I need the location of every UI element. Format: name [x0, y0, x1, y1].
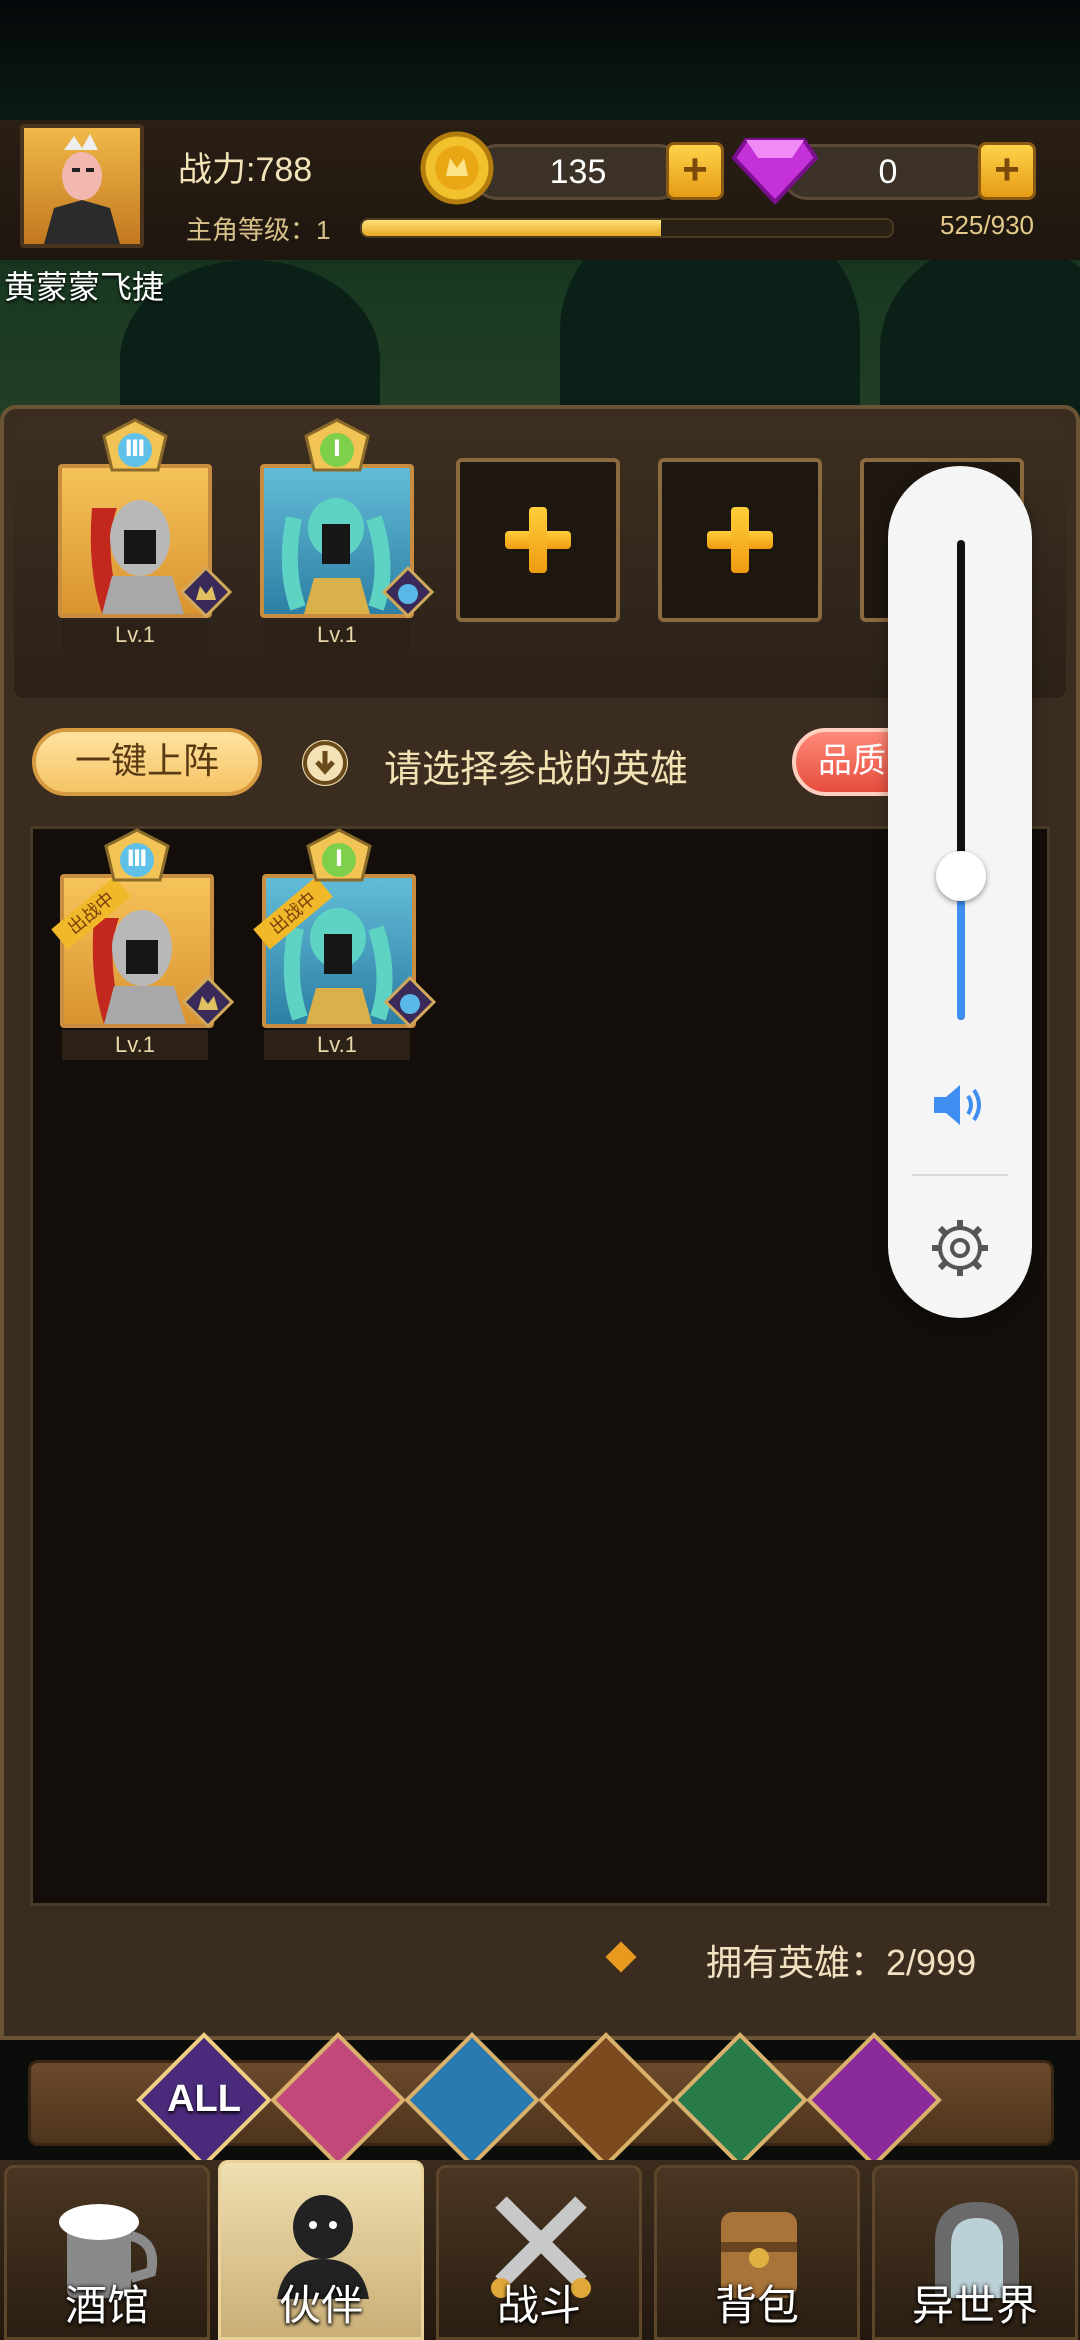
rank-label: Ⅰ: [332, 436, 342, 461]
filter-demon-icon[interactable]: [806, 2032, 942, 2168]
rank-badge-icon: Ⅰ: [304, 828, 374, 888]
exp-progress-fill: [362, 220, 662, 236]
quality-sort-label: 品质: [818, 742, 886, 780]
rank-label: Ⅲ: [126, 846, 148, 871]
filter-all-label: ALL: [167, 2078, 241, 2120]
filter-fish-icon[interactable]: [404, 2032, 540, 2168]
gold-amount: 135: [470, 144, 686, 200]
filter-elf-icon[interactable]: [672, 2032, 808, 2168]
empty-team-slot-3[interactable]: [456, 458, 620, 622]
rank-label: Ⅲ: [124, 436, 146, 461]
speaker-icon[interactable]: [930, 1080, 990, 1130]
element-badge-icon: [381, 565, 435, 619]
rank-badge-icon: Ⅰ: [302, 418, 372, 478]
empty-team-slot-4[interactable]: [658, 458, 822, 622]
player-avatar[interactable]: [20, 124, 144, 248]
download-arrow-icon: [302, 740, 348, 786]
hero-portrait-icon: [44, 134, 120, 244]
exp-progress-bar: [360, 218, 894, 238]
hero-level: Lv.1: [264, 1030, 410, 1060]
hero-level: Lv.1: [62, 1030, 208, 1060]
owned-heroes-count: 拥有英雄：2/999: [706, 1942, 977, 1983]
filter-lion-icon[interactable]: [538, 2032, 674, 2168]
tab-other-world-label: 异世界: [911, 2282, 1038, 2329]
element-badge-icon: [383, 975, 437, 1029]
tab-battle[interactable]: 战斗: [436, 2165, 642, 2340]
element-badge-icon: [181, 975, 235, 1029]
rank-badge-icon: Ⅲ: [102, 828, 172, 888]
add-hero-icon: [505, 507, 571, 573]
tab-battle-label: 战斗: [496, 2282, 581, 2329]
volume-slider-handle[interactable]: [936, 851, 986, 901]
element-badge-icon: [179, 565, 233, 619]
gem-icon: [731, 132, 819, 206]
gold-coin-icon: [420, 128, 494, 208]
add-gem-button[interactable]: +: [978, 142, 1036, 200]
volume-slider[interactable]: [957, 540, 965, 1020]
tab-tavern-label: 酒馆: [64, 2282, 149, 2329]
select-hero-hint: 请选择参战的英雄: [384, 749, 689, 791]
filter-knight-icon[interactable]: [270, 2032, 406, 2168]
tab-tavern[interactable]: 酒馆: [4, 2165, 210, 2340]
add-hero-icon: [707, 507, 773, 573]
rank-badge-icon: Ⅲ: [100, 418, 170, 478]
tab-partner[interactable]: 伙伴: [218, 2160, 424, 2340]
add-gold-button[interactable]: +: [666, 142, 724, 200]
settings-gear-icon[interactable]: [928, 1216, 992, 1280]
one-click-deploy-button[interactable]: 一键上阵: [32, 728, 262, 796]
exp-text: 525/930: [940, 210, 1034, 240]
team-slot-level: Lv.1: [62, 620, 208, 650]
tab-backpack[interactable]: 背包: [654, 2165, 860, 2340]
combat-power: 战力:788: [178, 151, 313, 189]
tab-other-world[interactable]: 异世界: [872, 2165, 1078, 2340]
player-name: 黄蒙蒙飞捷: [4, 269, 165, 305]
tab-partner-label: 伙伴: [278, 2282, 363, 2329]
tab-backpack-label: 背包: [714, 2282, 799, 2329]
player-level-label: 主角等级：1: [186, 215, 331, 245]
team-slot-level: Lv.1: [264, 620, 410, 650]
volume-divider: [912, 1174, 1008, 1176]
rank-label: Ⅰ: [334, 846, 344, 871]
